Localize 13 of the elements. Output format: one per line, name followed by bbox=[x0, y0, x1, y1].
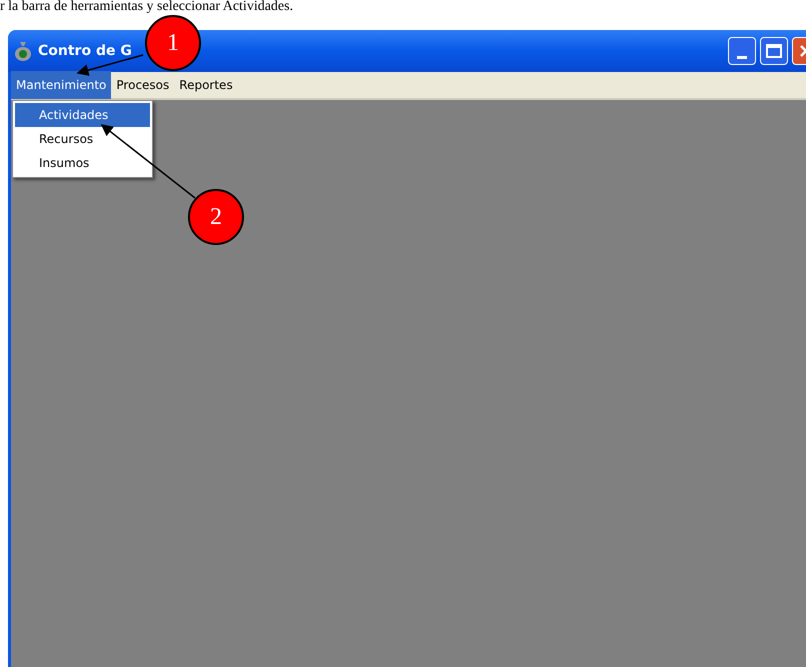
instruction-text: r la barra de herramientas y seleccionar Actividades. bbox=[0, 0, 294, 14]
money-bag-icon bbox=[14, 41, 32, 61]
maximize-button[interactable] bbox=[760, 37, 788, 65]
menu-item[interactable]: Reportes bbox=[174, 71, 238, 99]
menu-item[interactable]: Procesos bbox=[111, 71, 174, 99]
menu-item[interactable]: Mantenimiento bbox=[11, 71, 112, 99]
arrow bbox=[76, 54, 144, 76]
dropdown-item[interactable]: Actividades bbox=[15, 103, 150, 127]
dropdown-item[interactable]: Insumos bbox=[15, 151, 150, 175]
window-title: Contro de G bbox=[38, 42, 132, 60]
dropdown-item[interactable]: Recursos bbox=[15, 127, 150, 151]
callout-number: 1 bbox=[145, 15, 201, 71]
minimize-button[interactable] bbox=[728, 37, 756, 65]
